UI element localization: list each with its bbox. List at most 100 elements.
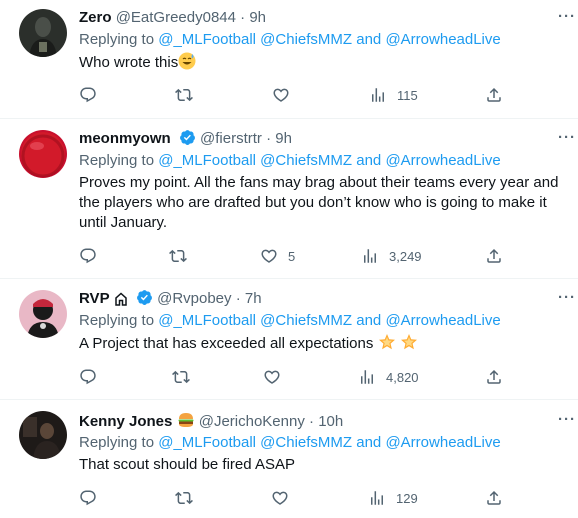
mention-link[interactable]: @ArrowheadLive (385, 31, 500, 48)
tweet-actions: 129 (79, 488, 509, 508)
tweet[interactable]: Zero @EatGreedy0844 · 9h ··· Replying to… (0, 0, 578, 119)
display-name[interactable]: Kenny Jones (79, 413, 172, 430)
views-button[interactable]: 115 (369, 85, 418, 105)
retweet-icon (172, 370, 190, 384)
retweet-icon (175, 491, 193, 505)
replying-label: Replying to (79, 434, 155, 451)
user-handle[interactable]: @Rvpobey (157, 290, 231, 307)
views-chart-icon (372, 88, 384, 102)
reply-icon (80, 248, 96, 264)
share-icon (487, 369, 501, 384)
tweet-header: meonmyown @fierstrtr · 9h (79, 129, 292, 152)
retweet-button[interactable] (169, 246, 197, 266)
display-name[interactable]: Zero (79, 9, 112, 26)
avatar[interactable] (19, 411, 67, 459)
reply-icon (80, 87, 96, 103)
timestamp[interactable]: 10h (318, 413, 343, 430)
mention-link[interactable]: @ArrowheadLive (385, 152, 500, 169)
tweet[interactable]: RVP @Rvpobey · 7h ··· Replying to @_MLFo… (0, 279, 578, 400)
avatar[interactable] (19, 9, 67, 57)
mention-and[interactable]: and (356, 31, 381, 48)
views-count: 4,820 (386, 369, 419, 385)
glowing-star-icon (400, 333, 418, 357)
more-icon[interactable]: ··· (558, 289, 576, 306)
timestamp[interactable]: 9h (275, 130, 292, 147)
replying-to: Replying to @_MLFootball @ChiefsMMZ and … (79, 151, 501, 171)
retweet-button[interactable] (175, 488, 203, 508)
mention-link[interactable]: @ChiefsMMZ (260, 31, 352, 48)
views-button[interactable]: 3,249 (361, 246, 422, 266)
retweet-icon (175, 88, 193, 102)
mention-link[interactable]: @ChiefsMMZ (260, 152, 352, 169)
tweet-header: Kenny Jones @JerichoKenny · 10h (79, 411, 343, 435)
like-button[interactable] (272, 85, 300, 105)
separator: · (235, 290, 241, 307)
views-count: 3,249 (389, 248, 422, 264)
mention-link[interactable]: @_MLFootball (158, 312, 256, 329)
mention-link[interactable]: @_MLFootball (158, 152, 256, 169)
display-name[interactable]: RVP (79, 290, 110, 307)
views-button[interactable]: 4,820 (358, 367, 419, 387)
tweet-text-content: A Project that has exceeded all expectat… (79, 335, 374, 352)
verified-badge-icon (179, 129, 196, 152)
mention-link[interactable]: @_MLFootball (158, 31, 256, 48)
tweet[interactable]: meonmyown @fierstrtr · 9h ··· Replying t… (0, 119, 578, 279)
separator: · (266, 130, 272, 147)
heart-icon (273, 88, 289, 102)
share-button[interactable] (485, 488, 503, 508)
views-chart-icon (371, 491, 383, 505)
tweet-actions: 5 3,249 (79, 246, 509, 266)
reply-icon (80, 490, 96, 506)
share-button[interactable] (485, 367, 503, 387)
retweet-button[interactable] (175, 85, 203, 105)
replying-to: Replying to @_MLFootball @ChiefsMMZ and … (79, 30, 501, 50)
views-count: 115 (397, 87, 418, 103)
mention-link[interactable]: @ArrowheadLive (385, 312, 500, 329)
more-icon[interactable]: ··· (558, 8, 576, 25)
views-button[interactable]: 129 (368, 488, 418, 508)
avatar[interactable] (19, 290, 67, 338)
mention-and[interactable]: and (356, 312, 381, 329)
replying-to: Replying to @_MLFootball @ChiefsMMZ and … (79, 311, 501, 331)
user-handle[interactable]: @EatGreedy0844 (116, 9, 236, 26)
views-count: 129 (396, 490, 418, 506)
tweet-text: Who wrote this (79, 52, 573, 76)
display-name[interactable]: meonmyown (79, 130, 171, 147)
replying-label: Replying to (79, 31, 155, 48)
share-button[interactable] (485, 85, 503, 105)
like-button[interactable] (271, 488, 299, 508)
tweet-text: Proves my point. All the fans may brag a… (79, 174, 559, 231)
mention-and[interactable]: and (356, 434, 381, 451)
share-icon (487, 87, 501, 102)
home-symbol-icon (114, 292, 128, 312)
user-handle[interactable]: @JerichoKenny (199, 413, 305, 430)
reply-button[interactable] (79, 488, 107, 508)
like-button[interactable]: 5 (260, 246, 295, 266)
reply-button[interactable] (79, 246, 107, 266)
reply-button[interactable] (79, 85, 107, 105)
retweet-button[interactable] (172, 367, 200, 387)
views-chart-icon (364, 249, 376, 263)
mention-link[interactable]: @ArrowheadLive (385, 434, 500, 451)
share-button[interactable] (485, 246, 503, 266)
heart-icon (272, 491, 288, 505)
mention-link[interactable]: @ChiefsMMZ (260, 434, 352, 451)
tweet-header: RVP @Rvpobey · 7h (79, 289, 262, 312)
heart-icon (261, 249, 277, 263)
timestamp[interactable]: 9h (249, 9, 266, 26)
more-icon[interactable]: ··· (558, 129, 576, 146)
views-chart-icon (361, 370, 373, 384)
user-handle[interactable]: @fierstrtr (200, 130, 262, 147)
reply-button[interactable] (79, 367, 107, 387)
tweet-text-content: Who wrote this (79, 54, 179, 71)
timestamp[interactable]: 7h (245, 290, 262, 307)
like-button[interactable] (263, 367, 291, 387)
mention-link[interactable]: @ChiefsMMZ (260, 312, 352, 329)
tweet-header: Zero @EatGreedy0844 · 9h (79, 8, 266, 28)
avatar[interactable] (19, 130, 67, 178)
mention-link[interactable]: @_MLFootball (158, 434, 256, 451)
mention-and[interactable]: and (356, 152, 381, 169)
heart-icon (264, 370, 280, 384)
more-icon[interactable]: ··· (558, 411, 576, 428)
tweet[interactable]: Kenny Jones @JerichoKenny · 10h ··· Repl… (0, 400, 578, 518)
